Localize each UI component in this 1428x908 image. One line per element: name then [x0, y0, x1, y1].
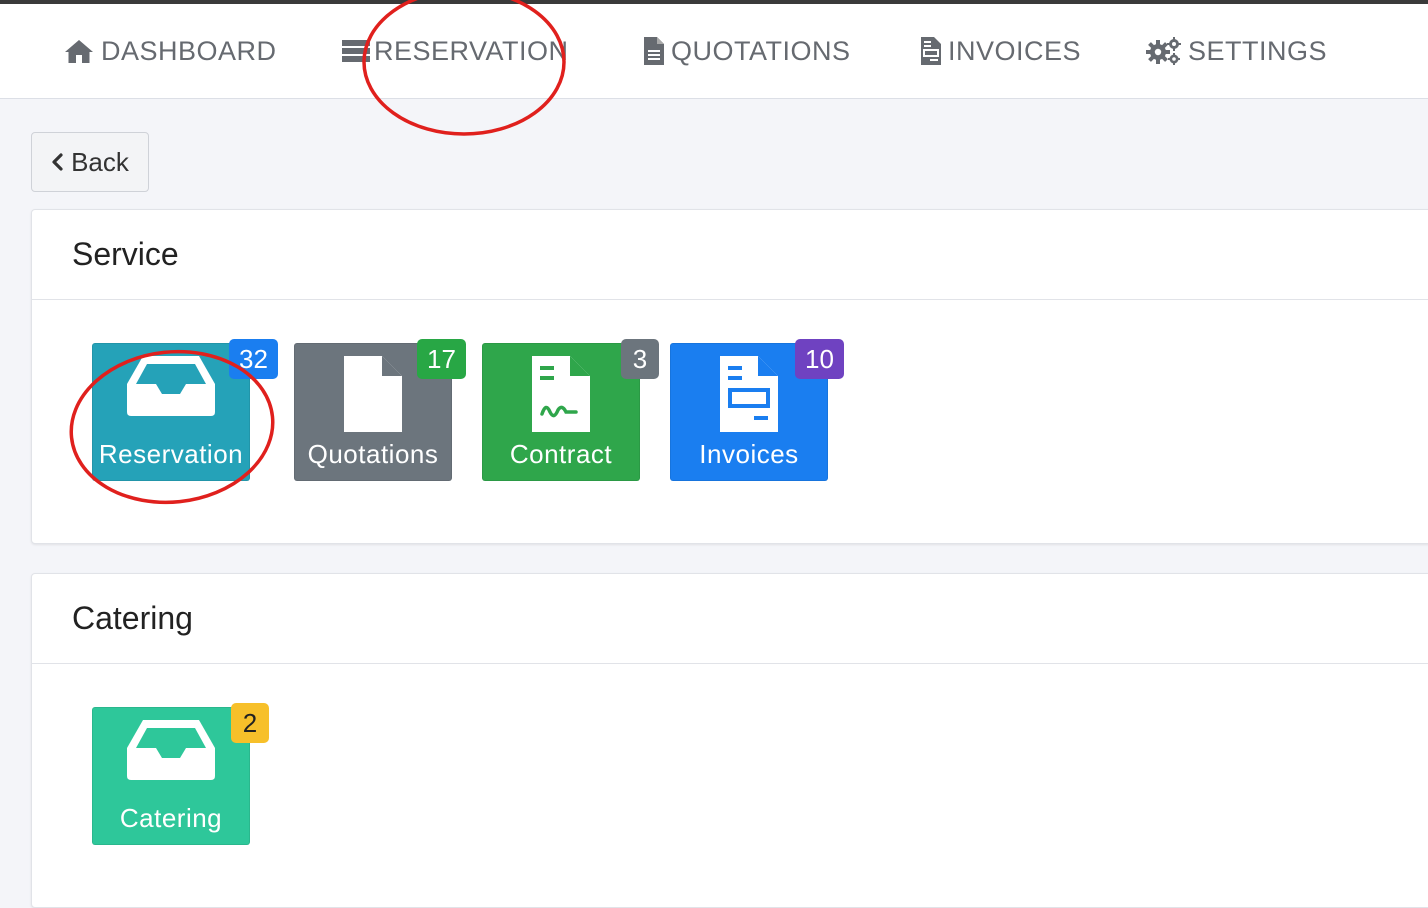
count-badge: 32 [229, 339, 278, 379]
nav-item-settings[interactable]: SETTINGS [1146, 4, 1327, 98]
nav-label: INVOICES [948, 35, 1082, 66]
nav-label: RESERVATION [374, 35, 569, 66]
nav-label: QUOTATIONS [671, 35, 851, 66]
count-badge: 10 [795, 339, 844, 379]
back-label: Back [71, 146, 129, 177]
chevron-left-icon [51, 153, 63, 171]
nav-item-dashboard[interactable]: DASHBOARD [63, 4, 277, 98]
top-navbar: DASHBOARD RESERVATION QUOTATIONS INVOICE… [0, 4, 1428, 99]
nav-label: SETTINGS [1188, 35, 1328, 66]
inbox-icon [93, 718, 249, 782]
count-badge: 17 [417, 339, 466, 379]
gears-icon [1146, 37, 1182, 65]
card-title: Catering [32, 574, 1428, 664]
tile-catering[interactable]: Catering [92, 707, 250, 845]
tile-label: Catering [119, 803, 223, 833]
nav-item-invoices[interactable]: INVOICES [920, 4, 1081, 98]
tile-contract[interactable]: Contract [482, 343, 640, 481]
count-badge: 3 [621, 339, 659, 379]
count-badge: 2 [231, 703, 269, 743]
invoice-icon [920, 36, 942, 66]
nav-label: DASHBOARD [101, 35, 277, 66]
tile-label: Contract [509, 439, 613, 469]
tile-reservation[interactable]: Reservation [92, 343, 250, 481]
tile-label: Quotations [307, 439, 439, 469]
inbox-icon [93, 354, 249, 418]
document-icon [643, 36, 665, 66]
nav-item-reservation[interactable]: RESERVATION [342, 4, 569, 98]
home-icon [63, 38, 95, 64]
nav-item-quotations[interactable]: QUOTATIONS [643, 4, 851, 98]
tile-label: Invoices [699, 439, 799, 469]
tile-label: Reservation [98, 439, 244, 469]
list-icon [342, 38, 370, 64]
card-title: Service [32, 210, 1428, 300]
contract-icon [483, 354, 639, 434]
back-button[interactable]: Back [31, 132, 149, 192]
